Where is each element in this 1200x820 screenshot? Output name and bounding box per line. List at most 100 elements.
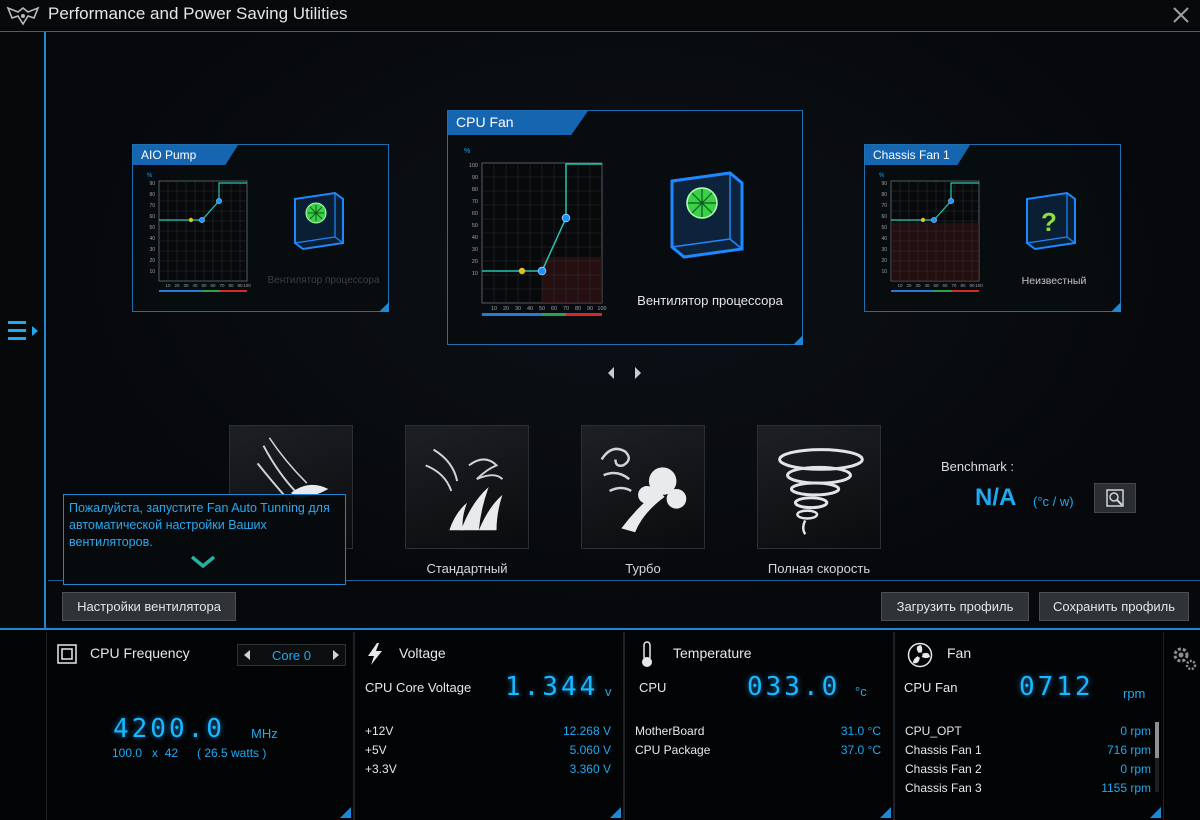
- benchmark-unit: (°c / w): [1033, 494, 1074, 509]
- core-select-value: Core 0: [271, 648, 312, 663]
- cpu-frequency-panel: CPU Frequency Core 0 4200.0 MHz 100.0 x …: [46, 632, 354, 820]
- x-tick-label: 70: [951, 283, 957, 288]
- core-select[interactable]: Core 0: [237, 644, 346, 666]
- y-tick-label: 100: [469, 163, 478, 169]
- x-tick-label: 20: [906, 283, 912, 288]
- full-speed-mode-icon: [778, 448, 864, 535]
- prev-fan-arrow-icon[interactable]: [605, 366, 617, 380]
- y-tick-label: 90: [881, 181, 887, 187]
- mode-label-turbo: Турбо: [625, 561, 661, 576]
- y-tick-label: 20: [881, 258, 887, 264]
- y-tick-label: 10: [149, 269, 155, 275]
- fan-row-label: CPU_OPT: [905, 724, 962, 738]
- panel-corner-accent: [1150, 807, 1161, 818]
- fan-row-value: 0 rpm: [1120, 762, 1151, 776]
- y-tick-label: 10: [472, 271, 478, 277]
- next-fan-arrow-icon[interactable]: [632, 366, 644, 380]
- cpu-ratio: 100.0 x 42: [112, 746, 179, 760]
- fan-main-label: CPU Fan: [904, 680, 958, 695]
- load-profile-button[interactable]: Загрузить профиль: [881, 592, 1029, 621]
- title-bar: Performance and Power Saving Utilities: [0, 0, 1200, 32]
- fan-card-cpu-fan[interactable]: CPU Fan % 100 90 80 70 60 50 40 30 20 10 10 20 30 40…: [447, 110, 803, 345]
- temperature-row-value: 31.0 °C: [840, 724, 881, 738]
- temperature-row-label: CPU Package: [635, 743, 711, 757]
- y-tick-label: 50: [881, 225, 887, 231]
- x-tick-label: 100: [597, 306, 606, 312]
- y-tick-label: 70: [149, 203, 155, 209]
- card-corner-accent: [379, 302, 389, 312]
- fan-list-scrollbar-thumb[interactable]: [1155, 722, 1159, 758]
- x-tick-label: 20: [503, 306, 509, 312]
- fan-card-chassis-fan-1[interactable]: Chassis Fan 1 % 90 80 70 60 50 40 30 20 10 10 20 3…: [864, 144, 1121, 312]
- fan-card-tab: Chassis Fan 1: [865, 145, 970, 165]
- benchmark-label: Benchmark :: [941, 459, 1014, 474]
- fan-row-label: Chassis Fan 1: [905, 743, 982, 757]
- fan-panel: Fan CPU Fan 0712 rpm CPU_OPT 0 rpm Chass…: [894, 632, 1164, 820]
- y-tick-label: 30: [149, 247, 155, 253]
- mode-turbo-button[interactable]: [581, 425, 705, 549]
- cpu-frequency-value: 4200.0: [113, 714, 225, 744]
- y-tick-label: 30: [881, 247, 887, 253]
- menu-icon[interactable]: [6, 318, 40, 344]
- close-icon[interactable]: [1170, 4, 1192, 26]
- voltage-row-label: +5V: [365, 743, 387, 757]
- card-corner-accent: [1111, 302, 1121, 312]
- fan-icon: [907, 642, 933, 668]
- panel-title: CPU Frequency: [90, 645, 190, 661]
- x-tick-label: 90: [587, 306, 593, 312]
- y-tick-label: 30: [472, 247, 478, 253]
- save-profile-button[interactable]: Сохранить профиль: [1039, 592, 1189, 621]
- x-tick-label: 100: [243, 283, 251, 288]
- panel-corner-accent: [610, 807, 621, 818]
- benchmark-search-icon: [1106, 489, 1124, 507]
- x-tick-label: 70: [219, 283, 225, 288]
- mode-full-speed-button[interactable]: [757, 425, 881, 549]
- y-tick-label: 70: [472, 199, 478, 205]
- mode-standard-button[interactable]: [405, 425, 529, 549]
- x-tick-label: 40: [924, 283, 930, 288]
- x-tick-label: 20: [174, 283, 180, 288]
- benchmark-value: N/A: [975, 484, 1017, 511]
- benchmark-button[interactable]: [1094, 483, 1136, 513]
- x-tick-label: 80: [960, 283, 966, 288]
- fan-curve-chart: % 908070605040302010 10 20 30 40 50 60 70 80 90 1…: [879, 173, 983, 292]
- side-rail: [0, 32, 46, 628]
- cpu-frequency-unit: MHz: [251, 726, 278, 741]
- panel-title: Fan: [947, 645, 972, 661]
- y-unit-label: %: [879, 173, 885, 179]
- tooltip-text: Пожалуйста, запустите Fan Auto Tunning д…: [69, 501, 330, 549]
- x-tick-label: 50: [539, 306, 545, 312]
- fan-card-label: Вентилятор процессора: [637, 293, 783, 308]
- cpu-watts: ( 26.5 watts ): [197, 746, 267, 760]
- y-tick-label: 80: [881, 192, 887, 198]
- fan-row-value: 716 rpm: [1106, 743, 1151, 757]
- mode-label-full-speed: Полная скорость: [767, 561, 871, 576]
- x-tick-label: 10: [165, 283, 171, 288]
- x-tick-label: 100: [975, 283, 983, 288]
- gear-icon[interactable]: [1170, 644, 1198, 672]
- pc-case-fan-icon: [670, 171, 744, 259]
- chevron-down-icon[interactable]: [190, 555, 216, 569]
- fan-row-value: 1155 rpm: [1101, 781, 1151, 795]
- y-tick-label: 60: [472, 211, 478, 217]
- card-corner-accent: [793, 335, 803, 345]
- y-tick-label: 40: [881, 236, 887, 242]
- voltage-panel: Voltage CPU Core Voltage 1.344 v +12V 12…: [354, 632, 624, 820]
- turbo-mode-icon: [600, 447, 687, 533]
- voltage-main-unit: v: [605, 684, 612, 699]
- y-tick-label: 60: [149, 214, 155, 220]
- voltage-row-value: 5.060 V: [569, 743, 611, 757]
- x-tick-label: 60: [210, 283, 216, 288]
- fan-card-label: Вентилятор процессора: [267, 275, 380, 286]
- fan-settings-button[interactable]: Настройки вентилятора: [62, 592, 236, 621]
- voltage-row-label: +3.3V: [365, 762, 397, 776]
- fan-card-tab: CPU Fan: [448, 111, 588, 135]
- mode-label-standard: Стандартный: [426, 561, 508, 576]
- x-tick-label: 70: [563, 306, 569, 312]
- next-core-arrow-icon[interactable]: [331, 649, 341, 661]
- panel-title: Temperature: [673, 645, 752, 661]
- fan-card-label: Неизвестный: [1021, 275, 1087, 287]
- x-tick-label: 60: [551, 306, 557, 312]
- fan-card-aio-pump[interactable]: AIO Pump % 90 80 70 60 50 40 30 20 10 10 20 30 40 50…: [132, 144, 389, 312]
- x-tick-label: 90: [969, 283, 975, 288]
